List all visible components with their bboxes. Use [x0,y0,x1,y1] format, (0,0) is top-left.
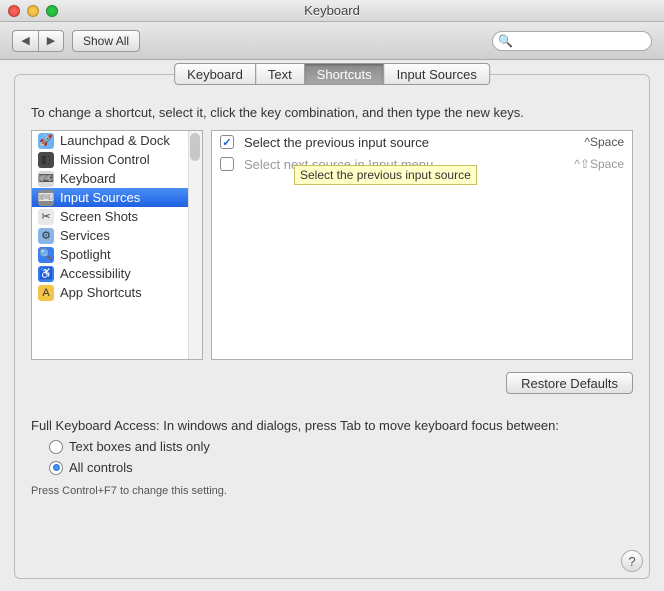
radio-all-controls[interactable] [49,461,63,475]
shortcut-row[interactable]: Select the previous input source ^Space [212,131,632,153]
show-all-button[interactable]: Show All [72,30,140,52]
category-label: Input Sources [60,190,140,205]
radio-text-boxes[interactable] [49,440,63,454]
tooltip: Select the previous input source [294,165,477,185]
sidebar-item-app-shortcuts[interactable]: A App Shortcuts [32,283,202,302]
category-label: Screen Shots [60,209,138,224]
search-input[interactable]: 🔍 [492,31,652,51]
scrollbar-thumb[interactable] [190,133,200,161]
help-button[interactable]: ? [621,550,643,572]
shortcut-keys[interactable]: ^⇧Space [574,157,624,171]
sidebar-item-mission-control[interactable]: ◧ Mission Control [32,150,202,169]
tab-keyboard[interactable]: Keyboard [174,63,256,85]
restore-defaults-button[interactable]: Restore Defaults [506,372,633,394]
shortcut-label: Select the previous input source [244,135,574,150]
category-icon: A [38,285,54,301]
category-icon: 🔍 [38,247,54,263]
sidebar-item-screen-shots[interactable]: ✂ Screen Shots [32,207,202,226]
category-label: Accessibility [60,266,131,281]
tab-shortcuts[interactable]: Shortcuts [304,63,385,85]
category-label: Launchpad & Dock [60,133,170,148]
sidebar-item-keyboard[interactable]: ⌨ Keyboard [32,169,202,188]
forward-button[interactable]: ▶ [38,30,64,52]
category-icon: ♿ [38,266,54,282]
category-icon: 🚀 [38,133,54,149]
fka-title: Full Keyboard Access: In windows and dia… [31,418,633,433]
panel: Keyboard Text Shortcuts Input Sources To… [14,74,650,579]
category-label: Keyboard [60,171,116,186]
category-icon: ⌨ [38,190,54,206]
scrollbar[interactable] [188,131,202,359]
sidebar-item-input-sources[interactable]: ⌨ Input Sources [32,188,202,207]
shortcut-keys[interactable]: ^Space [584,135,624,149]
categories-list[interactable]: 🚀 Launchpad & Dock ◧ Mission Control ⌨ Keyboa… [31,130,203,360]
shortcut-checkbox[interactable] [220,135,234,149]
category-icon: ⌨ [38,171,54,187]
category-icon: ⚙ [38,228,54,244]
category-icon: ✂ [38,209,54,225]
instruction-text: To change a shortcut, select it, click t… [31,105,633,120]
category-label: Spotlight [60,247,111,262]
content: Keyboard Text Shortcuts Input Sources To… [0,60,664,591]
shortcut-checkbox[interactable] [220,157,234,171]
search-icon: 🔍 [498,34,513,48]
titlebar: Keyboard [0,0,664,22]
category-label: App Shortcuts [60,285,142,300]
shortcuts-list[interactable]: Select the previous input source^SpaceSe… [211,130,633,360]
back-button[interactable]: ◀ [12,30,38,52]
tab-input-sources[interactable]: Input Sources [384,63,490,85]
category-label: Services [60,228,110,243]
category-icon: ◧ [38,152,54,168]
radio-label-2: All controls [69,460,133,475]
sidebar-item-accessibility[interactable]: ♿ Accessibility [32,264,202,283]
window-title: Keyboard [0,3,664,18]
toolbar: ◀ ▶ Show All 🔍 [0,22,664,60]
sidebar-item-launchpad-dock[interactable]: 🚀 Launchpad & Dock [32,131,202,150]
fka-hint: Press Control+F7 to change this setting. [31,485,633,497]
category-label: Mission Control [60,152,150,167]
radio-label-1: Text boxes and lists only [69,439,210,454]
sidebar-item-spotlight[interactable]: 🔍 Spotlight [32,245,202,264]
sidebar-item-services[interactable]: ⚙ Services [32,226,202,245]
tab-text[interactable]: Text [255,63,305,85]
tabs: Keyboard Text Shortcuts Input Sources [174,63,490,85]
